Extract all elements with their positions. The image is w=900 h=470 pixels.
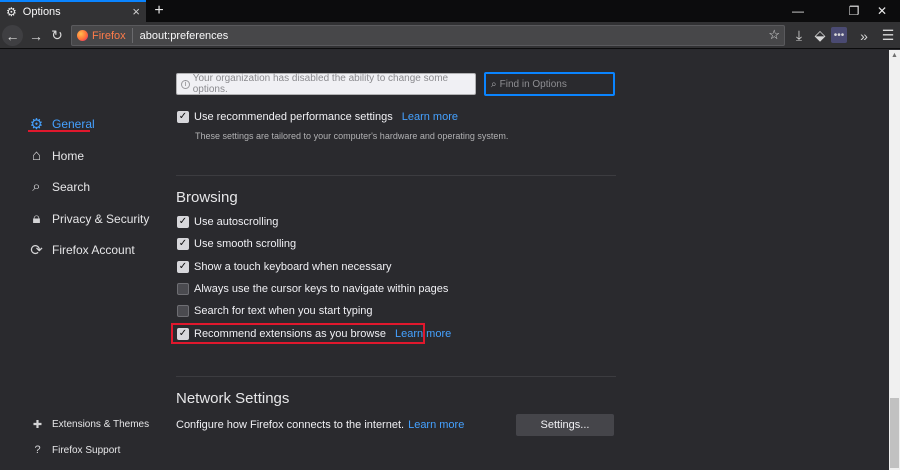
- find-in-options-input[interactable]: ⌕ Find in Options: [484, 72, 615, 96]
- tab-title: Options: [22, 6, 61, 18]
- tab-options[interactable]: ⚙ Options ×: [0, 0, 146, 22]
- help-icon: ?: [34, 444, 41, 456]
- navigation-toolbar: ← → ↻ Firefox about:preferences ☆ ⤓ ⬙ ••…: [0, 22, 900, 49]
- option-label: Show a touch keyboard when necessary: [194, 261, 392, 273]
- option-label: Use autoscrolling: [194, 216, 279, 228]
- policy-notice: i Your organization has disabled the abi…: [176, 73, 476, 95]
- sidebar-item-label: Search: [52, 179, 91, 194]
- network-description: Configure how Firefox connects to the in…: [176, 419, 405, 431]
- downloads-icon[interactable]: ⤓: [788, 25, 810, 46]
- sync-icon: ⟳: [30, 241, 43, 259]
- section-divider: [176, 175, 616, 176]
- search-icon: ⌕: [491, 78, 497, 90]
- autoscrolling-checkbox[interactable]: ✓: [177, 216, 189, 228]
- firefox-support-link[interactable]: ? Firefox Support: [32, 444, 120, 456]
- sidebar-item-label: Privacy & Security: [52, 211, 150, 226]
- footer-link-label: Extensions & Themes: [52, 419, 150, 430]
- network-learn-more-link[interactable]: Learn more: [408, 419, 464, 431]
- minimize-button[interactable]: —: [780, 0, 816, 22]
- puzzle-piece-icon: ✚: [32, 419, 43, 431]
- extensions-themes-link[interactable]: ✚ Extensions & Themes: [32, 418, 149, 431]
- network-description-row: Configure how Firefox connects to the in…: [176, 419, 464, 431]
- smooth-scrolling-checkbox[interactable]: ✓: [177, 238, 189, 250]
- bookmark-star-icon[interactable]: ☆: [768, 27, 780, 43]
- identity-label: Firefox: [92, 29, 126, 42]
- sidebar-item-label: Home: [52, 148, 85, 163]
- sidebar-item-search[interactable]: ⌕ Search: [28, 178, 90, 195]
- home-icon: ⌂: [31, 147, 42, 164]
- url-text[interactable]: about:preferences: [133, 30, 229, 42]
- overflow-menu-icon[interactable]: »: [853, 25, 875, 46]
- forward-button[interactable]: →: [25, 25, 47, 46]
- url-bar[interactable]: Firefox about:preferences ☆: [71, 25, 785, 46]
- firefox-logo-icon: [77, 30, 88, 41]
- search-placeholder: Find in Options: [499, 78, 567, 90]
- sidebar-item-firefox-account[interactable]: ⟳ Firefox Account: [28, 241, 135, 259]
- performance-learn-more-link[interactable]: Learn more: [402, 111, 458, 123]
- save-to-pocket-icon[interactable]: ⬙: [809, 25, 831, 46]
- category-sidebar: ⚙ General ⌂ Home ⌕ Search 🔒︎ Privacy & S…: [0, 50, 150, 470]
- close-window-button[interactable]: ✕: [864, 0, 900, 22]
- performance-option[interactable]: ✓ Use recommended performance settings L…: [177, 111, 458, 123]
- browsing-heading: Browsing: [176, 189, 238, 206]
- sidebar-item-privacy[interactable]: 🔒︎ Privacy & Security: [28, 210, 150, 227]
- tab-strip: ⚙ Options × + — ❐ ✕: [0, 0, 900, 22]
- gear-icon: ⚙: [6, 5, 17, 19]
- touch-keyboard-checkbox[interactable]: ✓: [177, 261, 189, 273]
- option-label: Search for text when you start typing: [194, 305, 373, 317]
- network-settings-button[interactable]: Settings...: [516, 414, 614, 436]
- info-icon: i: [181, 79, 190, 89]
- sidebar-item-home[interactable]: ⌂ Home: [28, 147, 84, 164]
- hamburger-menu-icon[interactable]: ☰: [877, 25, 899, 46]
- highlight-box: [171, 323, 425, 344]
- option-label: Always use the cursor keys to navigate w…: [194, 283, 449, 295]
- autoscrolling-option[interactable]: ✓ Use autoscrolling: [177, 216, 278, 228]
- network-settings-heading: Network Settings: [176, 390, 290, 407]
- sidebar-item-label: Firefox Account: [52, 242, 135, 257]
- cursor-keys-option[interactable]: Always use the cursor keys to navigate w…: [177, 283, 448, 295]
- cursor-keys-checkbox[interactable]: [177, 283, 189, 295]
- identity-box[interactable]: Firefox: [72, 28, 133, 43]
- search-typing-option[interactable]: Search for text when you start typing: [177, 305, 373, 317]
- lock-icon: 🔒︎: [32, 210, 41, 227]
- performance-label: Use recommended performance settings: [194, 111, 393, 123]
- extension-icon[interactable]: •••: [831, 27, 847, 43]
- search-typing-checkbox[interactable]: [177, 305, 189, 317]
- selected-underline: [28, 130, 90, 132]
- back-button[interactable]: ←: [2, 25, 23, 46]
- scroll-up-arrow-icon[interactable]: ▲: [889, 52, 900, 62]
- search-icon: ⌕: [32, 178, 41, 195]
- footer-link-label: Firefox Support: [52, 444, 121, 456]
- scrollbar-thumb[interactable]: [890, 398, 899, 468]
- performance-hint: These settings are tailored to your comp…: [195, 131, 509, 141]
- sidebar-item-label: General: [52, 116, 95, 131]
- touch-keyboard-option[interactable]: ✓ Show a touch keyboard when necessary: [177, 261, 392, 273]
- performance-checkbox[interactable]: ✓: [177, 111, 189, 123]
- new-tab-button[interactable]: +: [150, 0, 168, 22]
- smooth-scrolling-option[interactable]: ✓ Use smooth scrolling: [177, 238, 296, 250]
- section-divider: [176, 376, 616, 377]
- policy-notice-text: Your organization has disabled the abili…: [192, 73, 449, 95]
- option-label: Use smooth scrolling: [194, 238, 297, 250]
- close-tab-icon[interactable]: ×: [132, 4, 140, 19]
- reload-button[interactable]: ↻: [46, 25, 68, 46]
